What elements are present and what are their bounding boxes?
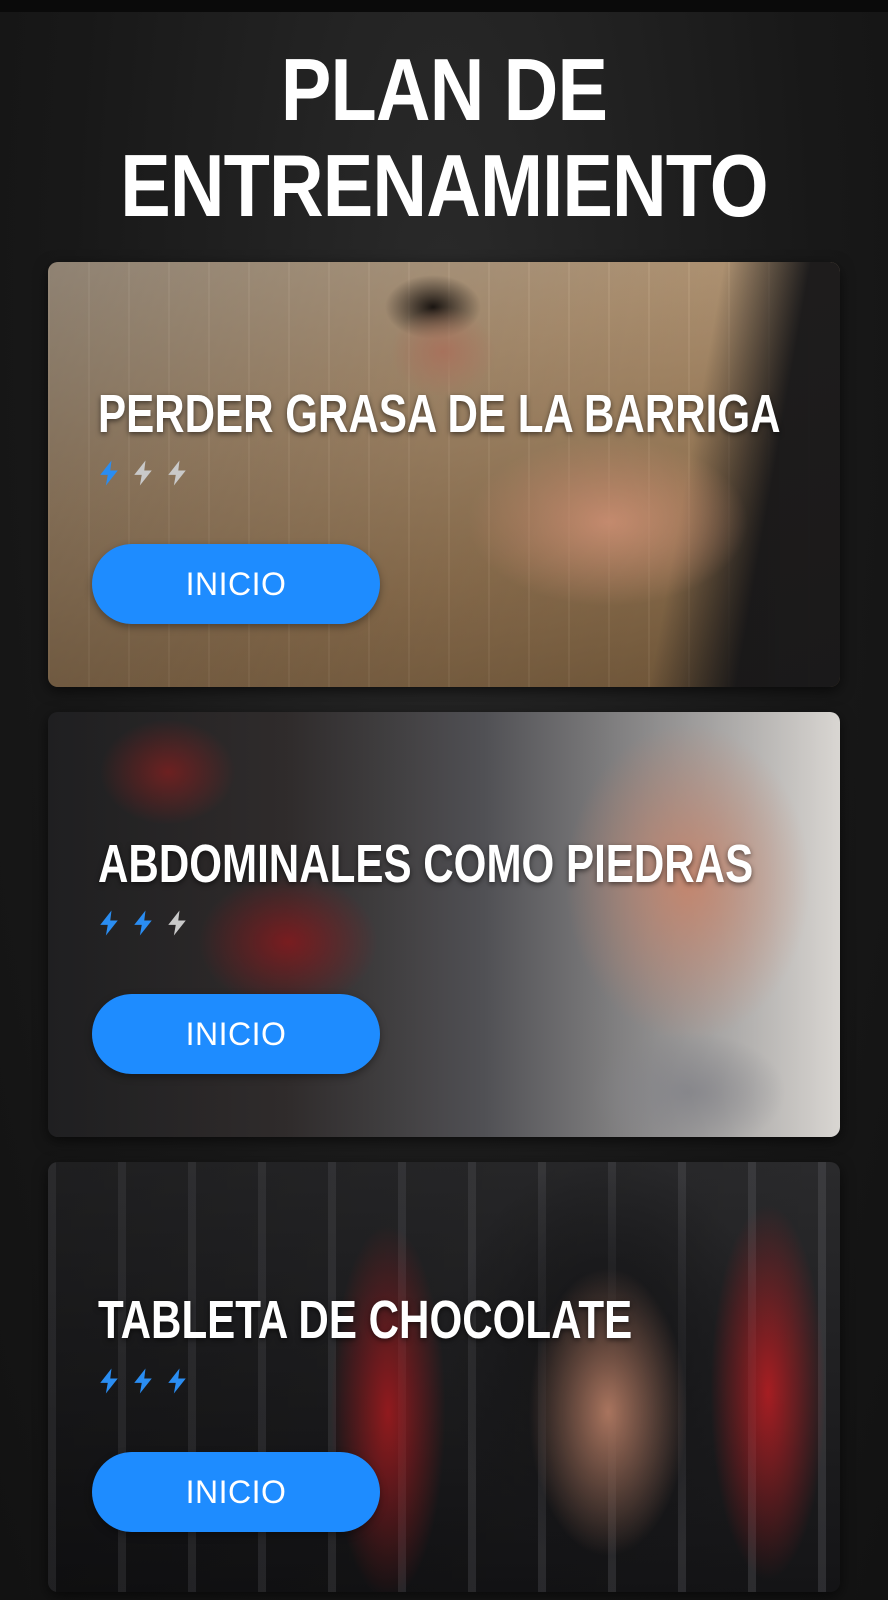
bolt-active-icon xyxy=(100,460,118,486)
plan-card-title: ABDOMINALES COMO PIEDRAS xyxy=(98,834,754,894)
bolt-active-icon xyxy=(134,910,152,936)
start-button[interactable]: INICIO xyxy=(92,1452,380,1532)
start-button[interactable]: INICIO xyxy=(92,994,380,1074)
bolt-inactive-icon xyxy=(134,460,152,486)
page-title: PLAN DE ENTRENAMIENTO xyxy=(62,42,826,234)
bolt-active-icon xyxy=(134,1368,152,1394)
page-title-line-2: ENTRENAMIENTO xyxy=(120,136,768,235)
bolt-active-icon xyxy=(168,1368,186,1394)
plan-card-title: TABLETA DE CHOCOLATE xyxy=(98,1290,633,1350)
bolt-active-icon xyxy=(100,1368,118,1394)
plan-card-title: PERDER GRASA DE LA BARRIGA xyxy=(98,384,781,444)
plan-card-belly-fat[interactable]: PERDER GRASA DE LA BARRIGA INICIO xyxy=(48,262,840,687)
page-title-line-1: PLAN DE xyxy=(280,40,608,139)
bolt-inactive-icon xyxy=(168,910,186,936)
difficulty-rating xyxy=(94,908,192,938)
difficulty-rating xyxy=(94,458,192,488)
plan-card-rock-abs[interactable]: ABDOMINALES COMO PIEDRAS INICIO xyxy=(48,712,840,1137)
difficulty-rating xyxy=(94,1366,192,1396)
start-button[interactable]: INICIO xyxy=(92,544,380,624)
plan-card-six-pack[interactable]: TABLETA DE CHOCOLATE INICIO xyxy=(48,1162,840,1592)
status-bar xyxy=(0,0,888,12)
bolt-inactive-icon xyxy=(168,460,186,486)
training-plan-screen: PLAN DE ENTRENAMIENTO PERDER GRASA DE LA… xyxy=(0,0,888,1600)
bolt-active-icon xyxy=(100,910,118,936)
